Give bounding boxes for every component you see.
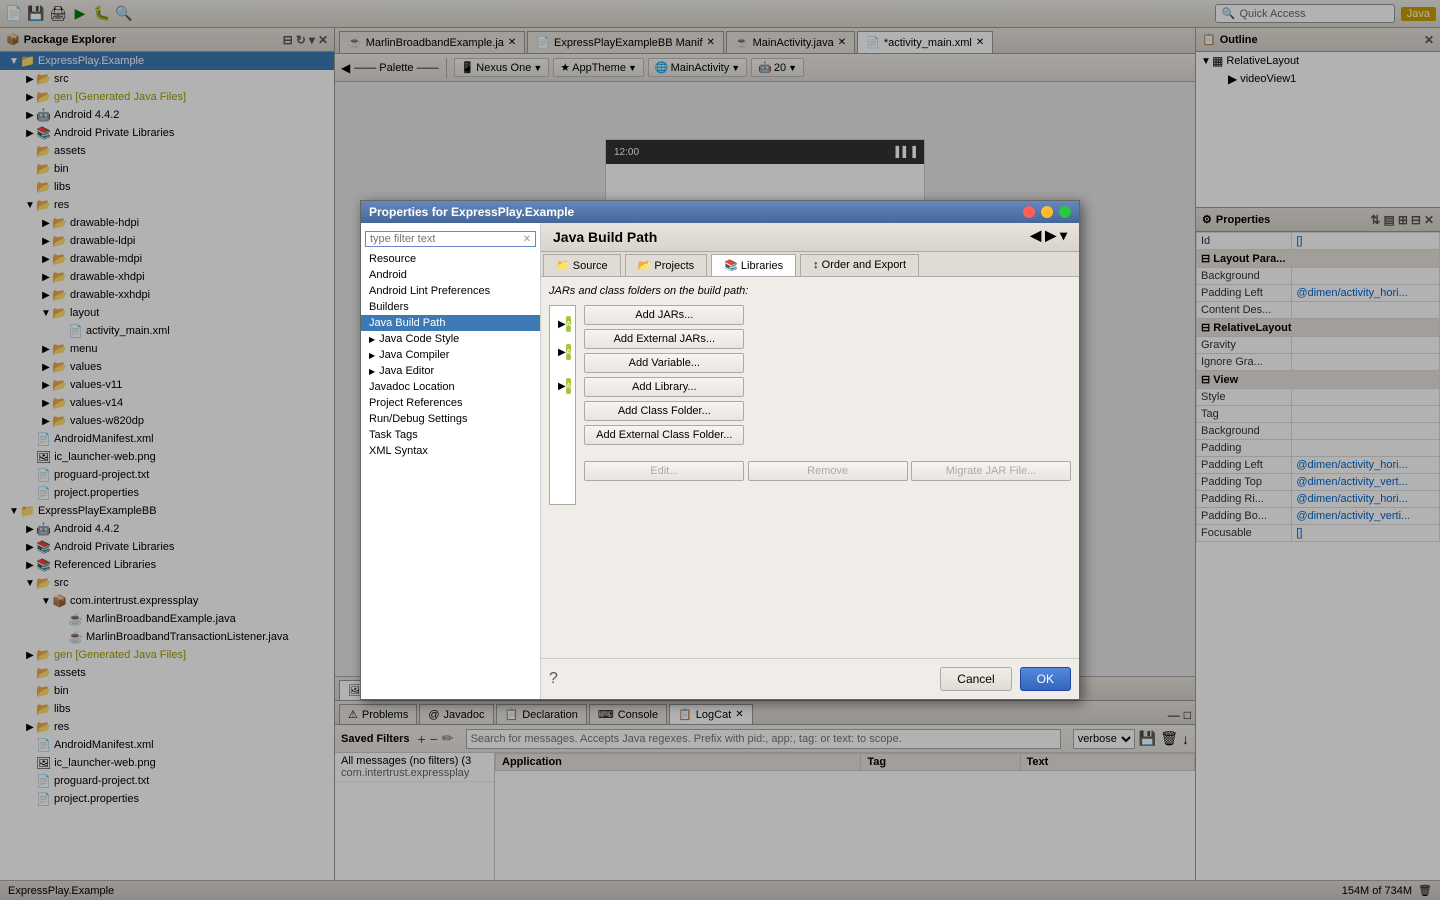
- android-lib-icon: A: [566, 316, 571, 332]
- filter-clear-icon[interactable]: ✕: [523, 234, 531, 245]
- projects-tab-icon: 📂: [638, 260, 652, 272]
- help-icon[interactable]: ?: [549, 670, 558, 688]
- add-external-class-folder-btn[interactable]: Add External Class Folder...: [584, 425, 744, 445]
- nav-java-code-style[interactable]: Java Code Style: [361, 331, 540, 347]
- lib-android-private-label: Android Private Libraries: [575, 368, 576, 404]
- nav-run-debug[interactable]: Run/Debug Settings: [361, 411, 540, 427]
- build-path-title: Java Build Path: [553, 229, 657, 245]
- nav-label-java-compiler: Java Compiler: [379, 349, 449, 361]
- modal-content: Java Build Path ◀ ▶ ▾ 📁 Source 📂 Project…: [541, 223, 1079, 699]
- build-path-buttons: Add JARs... Add External JARs... Add Var…: [584, 305, 1071, 481]
- libraries-tab-label: Libraries: [741, 260, 783, 272]
- tab-order-export[interactable]: ↕ Order and Export: [800, 254, 919, 276]
- nav-xml-syntax[interactable]: XML Syntax: [361, 443, 540, 459]
- modal-title: Properties for ExpressPlay.Example: [369, 205, 574, 219]
- modal-content-header: Java Build Path ◀ ▶ ▾: [541, 223, 1079, 252]
- expand-arrow: ▶: [558, 347, 566, 358]
- build-path-row: ▶ A Android 4.4.2 ▶ A Android Dependenci…: [549, 305, 1071, 505]
- projects-tab-label: Projects: [654, 260, 694, 272]
- add-class-folder-btn[interactable]: Add Class Folder...: [584, 401, 744, 421]
- modal-dialog: Properties for ExpressPlay.Example ✕ Res…: [360, 200, 1080, 700]
- source-tab-label: Source: [573, 260, 608, 272]
- nav-label-android: Android: [369, 269, 407, 281]
- modal-header-controls: ◀ ▶ ▾: [1030, 227, 1067, 244]
- modal-overlay: Properties for ExpressPlay.Example ✕ Res…: [0, 0, 1440, 900]
- nav-resource[interactable]: Resource: [361, 251, 540, 267]
- nav-label-java-code-style: Java Code Style: [379, 333, 459, 345]
- nav-project-refs[interactable]: Project References: [361, 395, 540, 411]
- arrow-back-icon[interactable]: ◀: [1030, 227, 1041, 244]
- order-tab-label: Order and Export: [822, 259, 906, 271]
- tab-projects[interactable]: 📂 Projects: [625, 254, 708, 276]
- modal-title-bar: Properties for ExpressPlay.Example: [361, 201, 1079, 223]
- nav-java-compiler[interactable]: Java Compiler: [361, 347, 540, 363]
- nav-label-javadoc: Javadoc Location: [369, 381, 455, 393]
- nav-label-run-debug: Run/Debug Settings: [369, 413, 467, 425]
- add-variable-btn[interactable]: Add Variable...: [584, 353, 744, 373]
- filter-input[interactable]: [370, 233, 523, 245]
- lib-android-deps-label: Android Dependencies: [575, 340, 576, 364]
- nav-label-task-tags: Task Tags: [369, 429, 418, 441]
- nav-label-resource: Resource: [369, 253, 416, 265]
- nav-builders[interactable]: Builders: [361, 299, 540, 315]
- nav-label-project-refs: Project References: [369, 397, 463, 409]
- source-tab-icon: 📁: [556, 260, 570, 272]
- edit-btn[interactable]: Edit...: [584, 461, 744, 481]
- modal-tabs: 📁 Source 📂 Projects 📚 Libraries ↕ Order …: [541, 252, 1079, 277]
- expand-arrow: ▶: [558, 319, 566, 330]
- lib-android442[interactable]: ▶ A Android 4.4.2: [554, 310, 571, 338]
- nav-label-xml-syntax: XML Syntax: [369, 445, 428, 457]
- filter-search-box[interactable]: ✕: [365, 231, 536, 247]
- nav-java-editor[interactable]: Java Editor: [361, 363, 540, 379]
- tab-libraries[interactable]: 📚 Libraries: [711, 254, 796, 276]
- build-path-desc: JARs and class folders on the build path…: [549, 285, 1071, 297]
- remove-btn[interactable]: Remove: [748, 461, 908, 481]
- modal-nav: ✕ Resource Android Android Lint Preferen…: [361, 223, 541, 699]
- nav-android[interactable]: Android: [361, 267, 540, 283]
- add-library-btn[interactable]: Add Library...: [584, 377, 744, 397]
- lib-android-private[interactable]: ▶ A Android Private Libraries: [554, 366, 571, 406]
- android-private-icon: A: [566, 378, 571, 394]
- modal-footer: ? Cancel OK: [541, 658, 1079, 699]
- dropdown-icon[interactable]: ▾: [1060, 227, 1067, 244]
- nav-label-builders: Builders: [369, 301, 409, 313]
- ok-btn[interactable]: OK: [1020, 667, 1071, 691]
- modal-maximize-btn[interactable]: [1059, 206, 1071, 218]
- modal-body: ✕ Resource Android Android Lint Preferen…: [361, 223, 1079, 699]
- nav-javadoc[interactable]: Javadoc Location: [361, 379, 540, 395]
- libraries-tab-icon: 📚: [724, 260, 738, 272]
- modal-close-btn[interactable]: [1023, 206, 1035, 218]
- modal-window-controls: [1023, 206, 1071, 218]
- nav-label-android-lint: Android Lint Preferences: [369, 285, 490, 297]
- nav-java-build-path[interactable]: Java Build Path: [361, 315, 540, 331]
- nav-label-java-build-path: Java Build Path: [369, 317, 445, 329]
- tab-source[interactable]: 📁 Source: [543, 254, 621, 276]
- add-jars-btn[interactable]: Add JARs...: [584, 305, 744, 325]
- nav-label-java-editor: Java Editor: [379, 365, 434, 377]
- lib-android-deps[interactable]: ▶ A Android Dependencies: [554, 338, 571, 366]
- cancel-btn[interactable]: Cancel: [940, 667, 1011, 691]
- build-path-tree: ▶ A Android 4.4.2 ▶ A Android Dependenci…: [549, 305, 576, 505]
- lib-android442-label: Android 4.4.2: [575, 312, 576, 336]
- nav-android-lint[interactable]: Android Lint Preferences: [361, 283, 540, 299]
- modal-content-body: JARs and class folders on the build path…: [541, 277, 1079, 658]
- order-tab-icon: ↕: [813, 259, 819, 271]
- arrow-fwd-icon[interactable]: ▶: [1045, 227, 1056, 244]
- android-deps-icon: A: [566, 344, 571, 360]
- action-buttons: Edit... Remove Migrate JAR File...: [584, 457, 1071, 481]
- expand-arrow: ▶: [558, 381, 566, 392]
- migrate-jar-btn[interactable]: Migrate JAR File...: [911, 461, 1071, 481]
- nav-task-tags[interactable]: Task Tags: [361, 427, 540, 443]
- modal-minimize-btn[interactable]: [1041, 206, 1053, 218]
- add-external-jars-btn[interactable]: Add External JARs...: [584, 329, 744, 349]
